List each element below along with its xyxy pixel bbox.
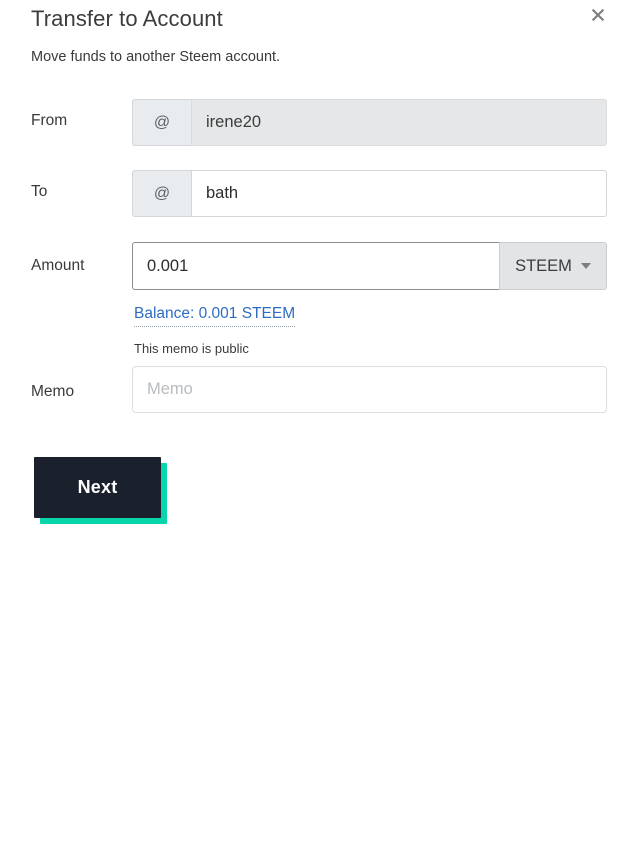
field-row-from: From @ [0, 99, 640, 146]
to-account-input[interactable] [191, 170, 607, 217]
at-symbol-icon: @ [132, 170, 191, 217]
memo-public-hint: This memo is public [134, 341, 249, 356]
close-icon [588, 5, 608, 25]
to-field-area: @ [132, 170, 607, 217]
amount-input[interactable] [132, 242, 499, 290]
from-field-area: @ [132, 99, 607, 146]
next-button[interactable]: Next [34, 457, 161, 518]
memo-field-area: This memo is public [132, 340, 607, 413]
field-row-memo: Memo This memo is public [0, 340, 640, 413]
memo-label: Memo [31, 383, 75, 400]
balance-link[interactable]: Balance: 0.001 STEEM [134, 304, 296, 327]
transfer-dialog: Transfer to Account Move funds to anothe… [0, 0, 640, 848]
from-account-input[interactable] [191, 99, 607, 146]
from-label: From [31, 112, 68, 129]
memo-input[interactable] [132, 366, 607, 413]
dialog-subtitle: Move funds to another Steem account. [31, 49, 281, 65]
to-input-group: @ [132, 170, 607, 217]
close-button[interactable] [586, 3, 610, 27]
amount-input-group: STEEM [132, 242, 607, 290]
at-symbol-icon: @ [132, 99, 191, 146]
amount-label: Amount [31, 257, 85, 274]
amount-field-area: STEEM Balance: 0.001 STEEM [132, 242, 607, 327]
next-button-wrap: Next [34, 457, 167, 524]
page-title: Transfer to Account [31, 6, 223, 31]
chevron-down-icon [580, 263, 591, 269]
to-label: To [31, 183, 48, 200]
field-row-to: To @ [0, 170, 640, 217]
currency-select-value: STEEM [515, 256, 572, 275]
from-input-group: @ [132, 99, 607, 146]
field-row-amount: Amount STEEM Balance: 0.001 STEEM [0, 242, 640, 327]
currency-select[interactable]: STEEM [499, 242, 607, 290]
